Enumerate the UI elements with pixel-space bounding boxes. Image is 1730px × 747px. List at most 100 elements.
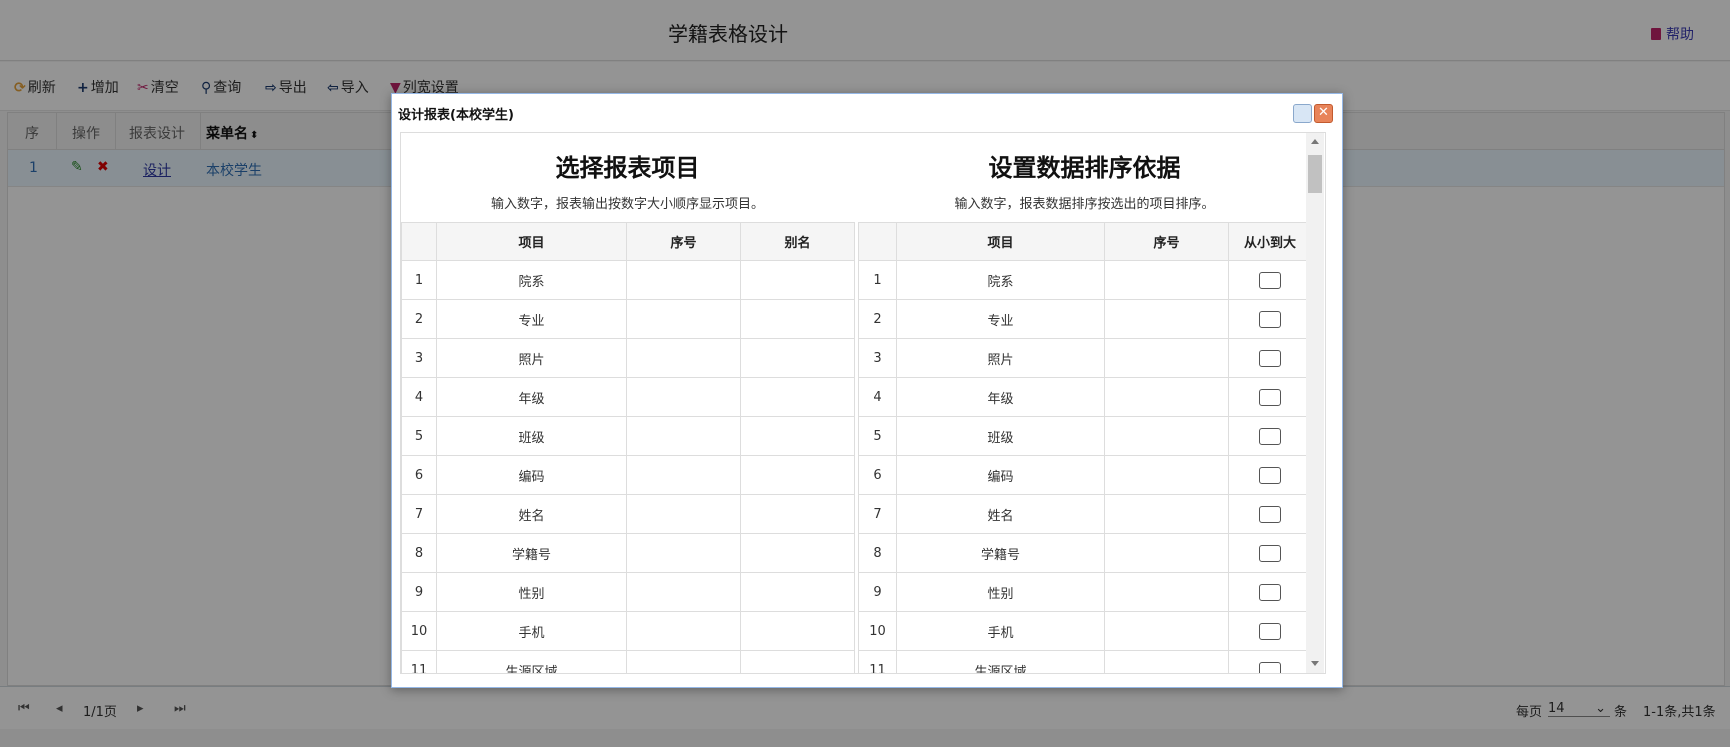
alias-input[interactable] [740,299,855,339]
ascending-checkbox[interactable] [1259,271,1281,289]
item-name: 院系 [436,260,627,300]
sort-order-input[interactable] [1104,455,1229,495]
ascending-cell [1228,533,1312,573]
table-row: 1 院系 [858,260,1312,300]
row-number: 11 [401,650,437,673]
sort-order-input[interactable] [1104,533,1229,573]
row-number: 2 [401,299,437,339]
row-number: 9 [401,572,437,612]
sort-order-input[interactable] [1104,338,1229,378]
sort-order-input[interactable] [1104,611,1229,651]
alias-input[interactable] [740,533,855,573]
alias-input[interactable] [740,338,855,378]
item-name: 姓名 [436,494,627,534]
item-name: 照片 [896,338,1105,378]
display-order-input[interactable] [626,260,741,300]
alias-input[interactable] [740,494,855,534]
ascending-checkbox[interactable] [1259,505,1281,523]
row-number: 2 [858,299,897,339]
item-name: 专业 [896,299,1105,339]
ascending-checkbox[interactable] [1259,388,1281,406]
row-number: 8 [401,533,437,573]
display-order-input[interactable] [626,377,741,417]
left-subtitle: 输入数字，报表输出按数字大小顺序显示项目。 [490,197,764,212]
alias-input[interactable] [740,455,855,495]
sort-order-input[interactable] [1104,377,1229,417]
display-order-input[interactable] [626,494,741,534]
row-number: 7 [858,494,897,534]
display-order-input[interactable] [626,533,741,573]
sort-items-table: 项目 序号 从小到大 1 院系 2 专业 3 照片 4 年级 5 班级 6 编码 7 姓名 8 学籍号 9 性别 10 手… [858,222,1312,673]
display-order-input[interactable] [626,455,741,495]
vertical-scrollbar[interactable] [1306,133,1324,673]
right-col-header: 从小到大 [1228,222,1312,261]
sort-order-input[interactable] [1104,494,1229,534]
scroll-thumb[interactable] [1308,155,1322,193]
alias-input[interactable] [740,416,855,456]
report-items-table: 项目 序号 别名 1 院系 2 专业 3 照片 4 年级 5 班级 6 编码 7 姓名 8 学籍号 9 性别 10 手机 1… [401,222,855,673]
sort-order-input[interactable] [1104,260,1229,300]
item-name: 照片 [436,338,627,378]
ascending-checkbox[interactable] [1259,622,1281,640]
right-col-header [858,222,897,261]
alias-input[interactable] [740,572,855,612]
ascending-cell [1228,611,1312,651]
table-row: 4 年级 [858,377,1312,417]
item-name: 院系 [896,260,1105,300]
display-order-input[interactable] [626,338,741,378]
display-order-input[interactable] [626,416,741,456]
alias-input[interactable] [740,260,855,300]
display-order-input[interactable] [626,572,741,612]
close-icon[interactable]: ✕ [1314,104,1333,123]
ascending-cell [1228,455,1312,495]
ascending-checkbox[interactable] [1259,544,1281,562]
item-name: 学籍号 [436,533,627,573]
table-row: 11 生源区域 [858,650,1312,673]
sort-order-input[interactable] [1104,416,1229,456]
table-row: 10 手机 [401,611,855,651]
table-row: 7 姓名 [858,494,1312,534]
ascending-checkbox[interactable] [1259,427,1281,445]
table-row: 3 照片 [858,338,1312,378]
row-number: 1 [858,260,897,300]
row-number: 5 [401,416,437,456]
item-name: 专业 [436,299,627,339]
ascending-checkbox[interactable] [1259,661,1281,673]
item-name: 生源区域 [896,650,1105,673]
sort-order-input[interactable] [1104,650,1229,673]
display-order-input[interactable] [626,611,741,651]
item-name: 年级 [436,377,627,417]
display-order-input[interactable] [626,650,741,673]
row-number: 11 [858,650,897,673]
ascending-checkbox[interactable] [1259,583,1281,601]
left-col-header [401,222,437,261]
display-order-input[interactable] [626,299,741,339]
scroll-up-icon[interactable] [1311,139,1319,144]
table-row: 6 编码 [401,455,855,495]
ascending-cell [1228,299,1312,339]
row-number: 1 [401,260,437,300]
sort-order-input[interactable] [1104,299,1229,339]
row-number: 10 [401,611,437,651]
item-name: 班级 [896,416,1105,456]
item-name: 性别 [436,572,627,612]
sort-order-input[interactable] [1104,572,1229,612]
ascending-checkbox[interactable] [1259,310,1281,328]
ascending-checkbox[interactable] [1259,466,1281,484]
table-row: 3 照片 [401,338,855,378]
ascending-cell [1228,338,1312,378]
row-number: 9 [858,572,897,612]
table-row: 5 班级 [858,416,1312,456]
scroll-down-icon[interactable] [1311,661,1319,666]
row-number: 6 [858,455,897,495]
alias-input[interactable] [740,650,855,673]
ascending-cell [1228,260,1312,300]
right-heading: 设置数据排序依据 [988,154,1181,182]
ascending-cell [1228,572,1312,612]
maximize-icon[interactable] [1293,104,1312,123]
alias-input[interactable] [740,611,855,651]
table-row: 8 学籍号 [858,533,1312,573]
ascending-cell [1228,650,1312,673]
alias-input[interactable] [740,377,855,417]
ascending-checkbox[interactable] [1259,349,1281,367]
